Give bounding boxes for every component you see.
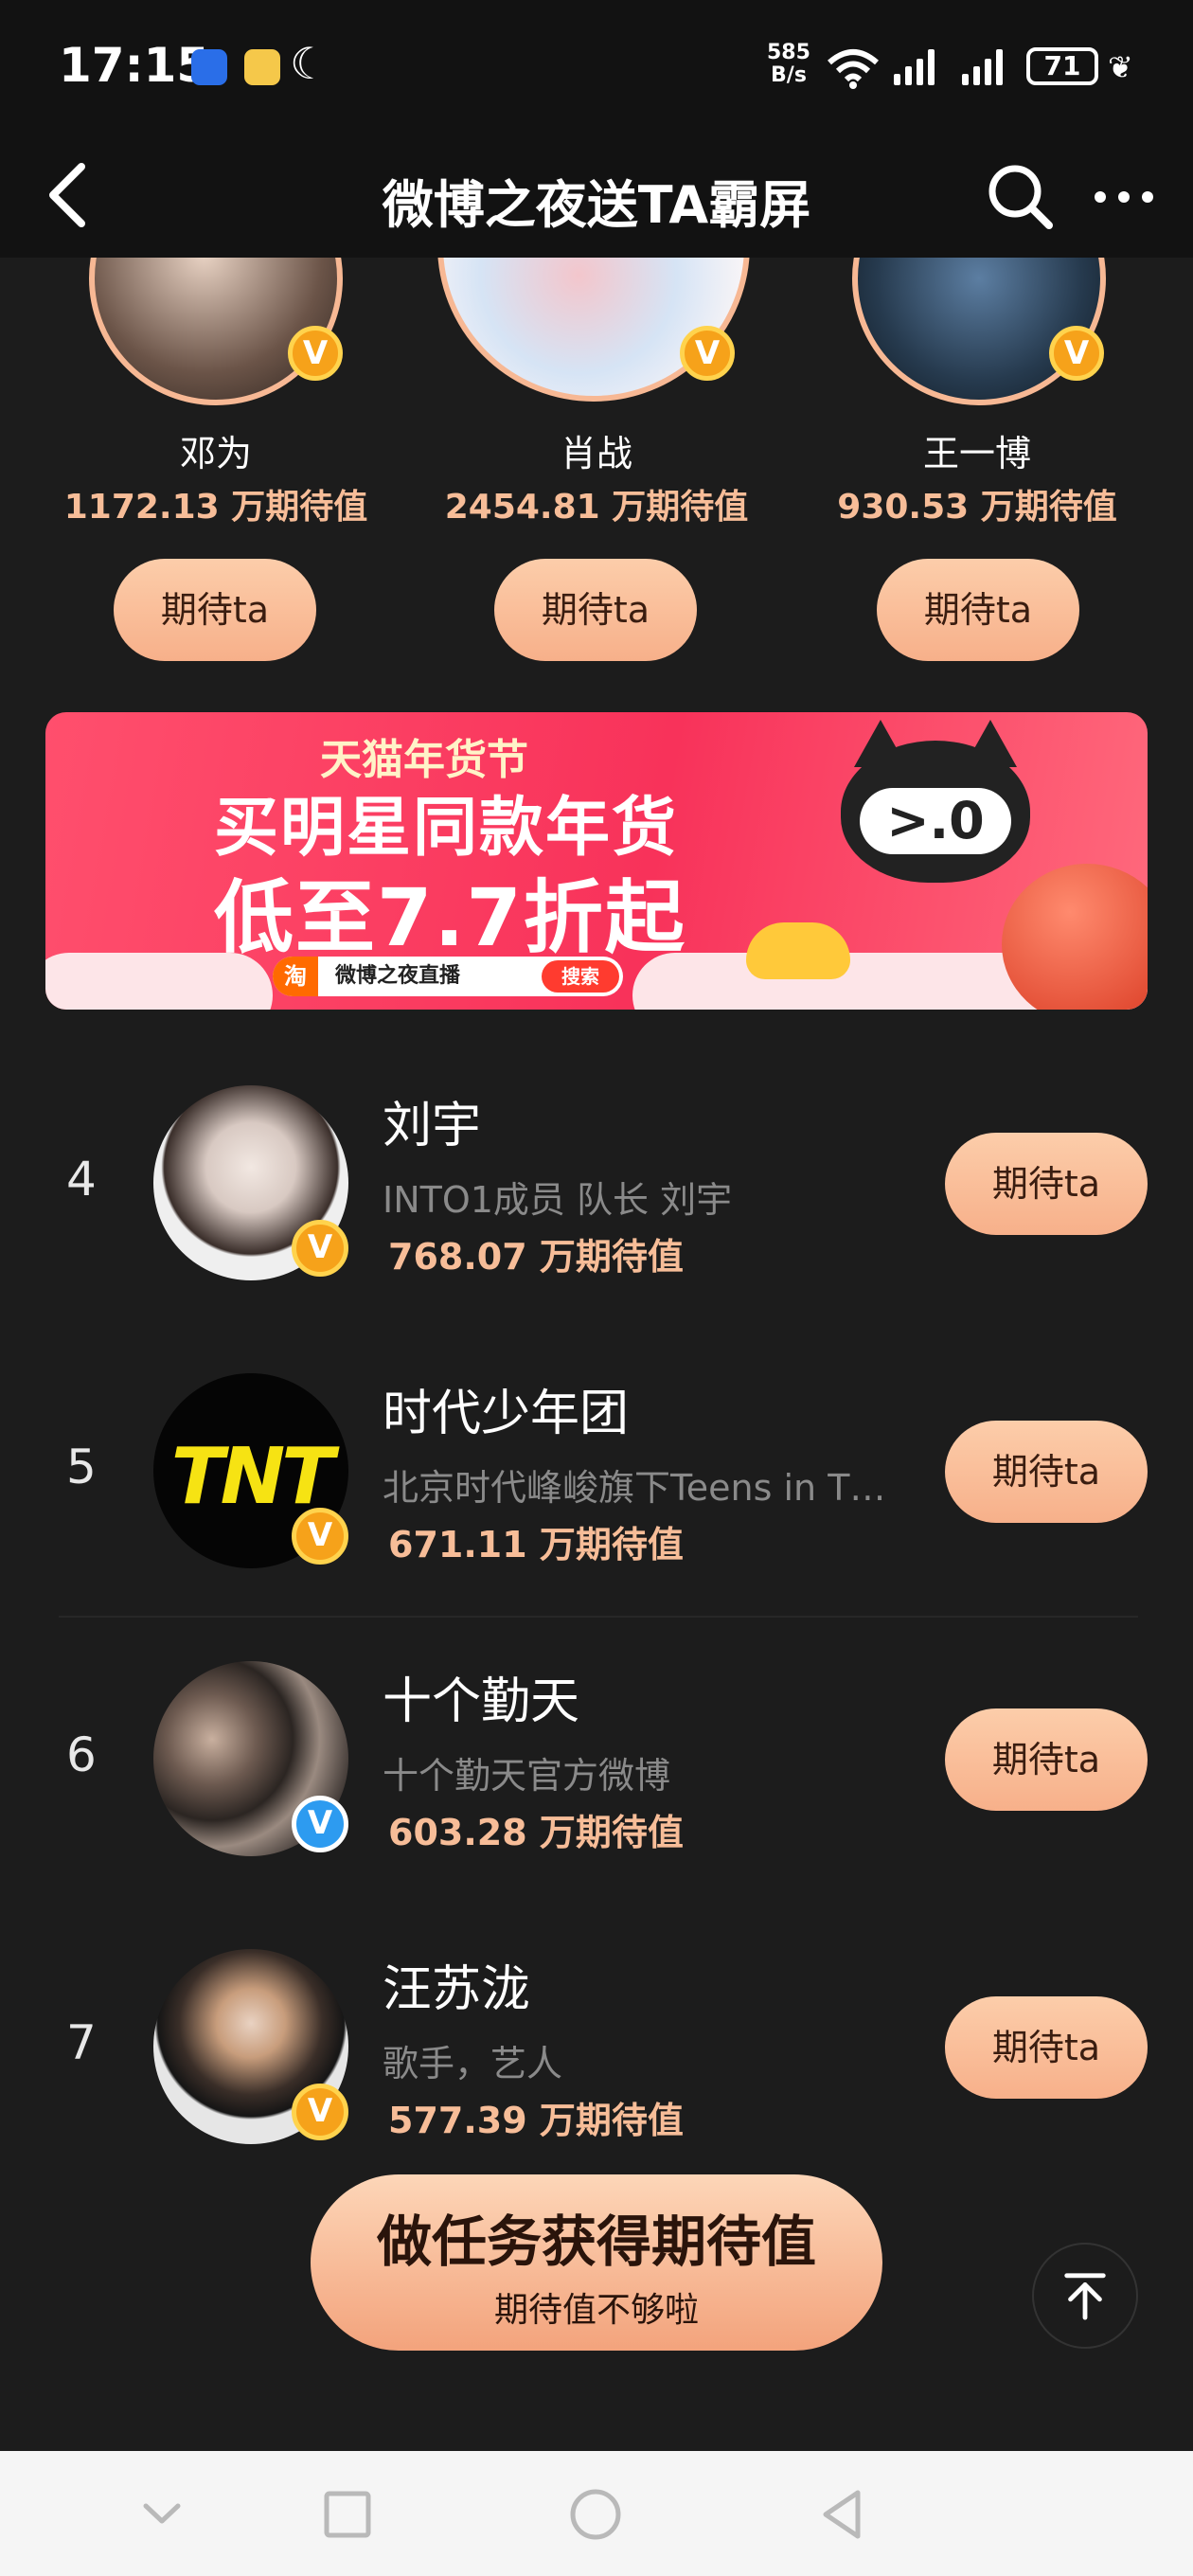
list-item-score: 577.39 万期待值 <box>388 2100 684 2141</box>
expect-button[interactable]: 期待ta <box>945 1133 1148 1235</box>
podium-name-3: 王一博 <box>922 433 1031 474</box>
banner-search-button[interactable]: 搜索 <box>542 960 619 993</box>
net-speed: 585 B/s <box>767 42 810 87</box>
search-button[interactable] <box>983 159 1059 235</box>
list-item-name: 汪苏泷 <box>383 1961 531 2018</box>
podium-score-2: 1172.13 万期待值 <box>63 488 368 527</box>
wifi-icon <box>828 49 879 89</box>
status-bar: 17:15 ☾ 585 B/s 71 ❦ <box>0 0 1193 133</box>
more-button[interactable] <box>1091 167 1157 227</box>
verified-badge-icon: V <box>1049 326 1104 381</box>
banner-discount: 低至7.7折起 <box>214 871 686 964</box>
list-item-desc: INTO1成员 队长 刘宇 <box>383 1179 733 1221</box>
top-navigation-bar: 微博之夜送TA霸屏 <box>0 133 1193 258</box>
do-not-disturb-icon: ☾ <box>290 38 329 89</box>
list-item-name: 十个勤天 <box>383 1673 580 1730</box>
list-item[interactable]: 5 TNT V 时代少年团 北京时代峰峻旗下Teens in T… 671.11… <box>0 1373 1193 1657</box>
app-notification-icon <box>191 49 227 85</box>
earn-points-subtitle: 期待值不够啦 <box>493 2291 699 2330</box>
net-speed-value: 585 <box>767 41 810 64</box>
verified-badge-icon: V <box>288 326 343 381</box>
taobao-icon: 淘 <box>273 957 318 996</box>
list-item-desc: 北京时代峰峻旗下Teens in T… <box>383 1467 886 1509</box>
list-item-name: 刘宇 <box>383 1098 482 1154</box>
signal-strength-2-icon <box>962 47 1003 85</box>
divider <box>59 1616 1138 1618</box>
more-icon <box>1095 191 1153 203</box>
tmall-cat-face: >.0 <box>860 788 1011 854</box>
expect-button-2[interactable]: 期待ta <box>114 559 316 661</box>
podium-name-1: 肖战 <box>560 433 632 474</box>
nav-recent-apps-button[interactable] <box>314 2481 381 2548</box>
banner-search-box[interactable]: 淘 微博之夜直播 搜索 <box>273 957 623 996</box>
list-item-score: 768.07 万期待值 <box>388 1236 684 1278</box>
verified-badge-icon: V <box>292 1508 348 1565</box>
square-icon <box>324 2491 371 2538</box>
podium-score-1: 2454.81 万期待值 <box>444 488 749 527</box>
list-item-score: 603.28 万期待值 <box>388 1812 684 1853</box>
promo-banner[interactable]: 天猫年货节 买明星同款年货 低至7.7折起 淘 微博之夜直播 搜索 >.0 <box>45 712 1148 1010</box>
nav-back-button[interactable] <box>810 2481 877 2548</box>
arrow-up-icon <box>1064 2273 1106 2320</box>
list-item-desc: 十个勤天官方微博 <box>383 1755 671 1797</box>
verified-badge-icon: V <box>680 326 735 381</box>
rank-number: 6 <box>66 1727 97 1782</box>
banner-bowl-decoration <box>1002 864 1148 1010</box>
expect-button[interactable]: 期待ta <box>945 1421 1148 1523</box>
rank-number: 7 <box>66 2015 97 2070</box>
status-time: 17:15 <box>59 38 210 93</box>
system-navigation-bar <box>0 2451 1193 2576</box>
banner-search-text: 微博之夜直播 <box>335 964 461 988</box>
earn-points-title: 做任务获得期待值 <box>376 2209 816 2274</box>
list-item-name: 时代少年团 <box>383 1386 630 1442</box>
list-item-score: 671.11 万期待值 <box>388 1524 684 1565</box>
rank-number: 4 <box>66 1152 97 1207</box>
verified-badge-icon: V <box>292 2084 348 2140</box>
signal-strength-icon <box>894 47 935 85</box>
nav-home-button[interactable] <box>562 2481 629 2548</box>
triangle-back-icon <box>823 2490 861 2539</box>
list-item[interactable]: 4 V 刘宇 INTO1成员 队长 刘宇 768.07 万期待值 期待ta <box>0 1085 1193 1369</box>
circle-icon <box>570 2489 621 2540</box>
power-saving-icon: ❦ <box>1108 49 1133 85</box>
expect-button-1[interactable]: 期待ta <box>494 559 697 661</box>
expect-button-3[interactable]: 期待ta <box>877 559 1079 661</box>
list-item-desc: 歌手，艺人 <box>383 2043 563 2084</box>
expect-button[interactable]: 期待ta <box>945 1996 1148 2099</box>
chevron-down-icon <box>143 2503 181 2524</box>
rank-number: 5 <box>66 1440 97 1494</box>
tmall-cat-icon: >.0 <box>841 720 1030 883</box>
podium-name-2: 邓为 <box>179 433 252 474</box>
back-to-top-button[interactable] <box>1032 2243 1138 2349</box>
mail-notification-icon <box>244 49 280 85</box>
nav-collapse-button[interactable] <box>129 2481 195 2548</box>
verified-badge-icon: V <box>292 1796 348 1852</box>
battery-icon: 71 <box>1026 47 1098 85</box>
earn-points-button[interactable]: 做任务获得期待值 期待值不够啦 <box>311 2174 882 2351</box>
gold-ingot-icon <box>746 922 850 979</box>
net-speed-unit: B/s <box>771 63 807 87</box>
list-item[interactable]: 6 V 十个勤天 十个勤天官方微博 603.28 万期待值 期待ta <box>0 1661 1193 1945</box>
verified-badge-icon: V <box>292 1220 348 1277</box>
expect-button[interactable]: 期待ta <box>945 1708 1148 1811</box>
podium-score-3: 930.53 万期待值 <box>837 488 1117 527</box>
